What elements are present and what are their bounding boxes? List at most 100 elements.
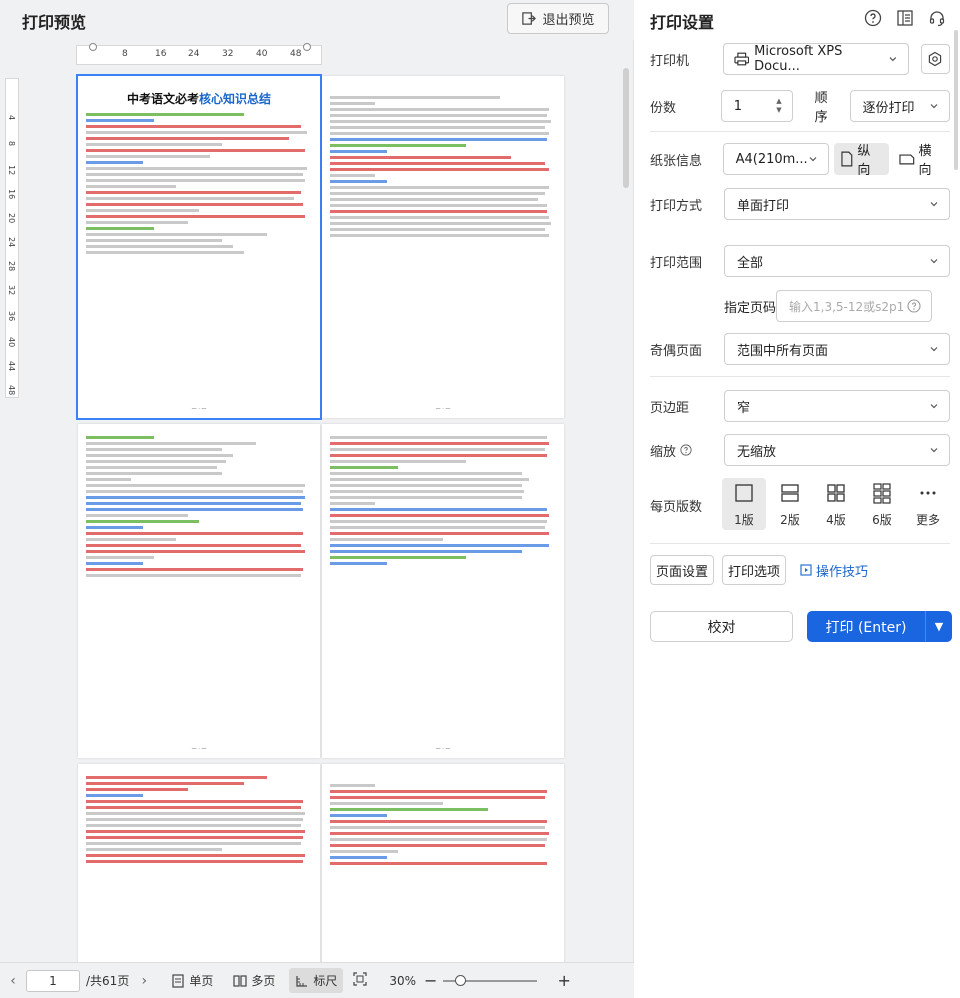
copies-stepper[interactable]: 1 ▲ ▼	[720, 90, 793, 122]
chevron-down-icon	[930, 448, 938, 453]
preview-pages[interactable]: 中考语文必考核心知识总结 — · — — · — — · — — · —	[0, 70, 634, 962]
odd-even-label: 奇偶页面	[650, 343, 703, 359]
preview-page-4[interactable]: — · —	[322, 424, 564, 758]
help-icon[interactable]	[907, 299, 921, 313]
page-setup-button[interactable]: 页面设置	[650, 555, 714, 585]
layout-6-label: 6版	[872, 513, 892, 527]
single-page-icon	[172, 973, 184, 988]
multi-page-icon	[233, 974, 247, 987]
horizontal-ruler[interactable]: 8 16 24 32 40 48	[76, 43, 322, 65]
print-settings-panel: 打印设置 打印机 Microsoft XPS Docu... 份数 1 ▲ ▼ …	[634, 0, 960, 998]
preview-page-2[interactable]: — · —	[322, 76, 564, 418]
headset-icon[interactable]	[928, 9, 946, 27]
scrollbar-thumb[interactable]	[623, 68, 629, 188]
print-preview-area: 打印预览 退出预览 8 16 24 32 40 48 4 8 12 16 20 …	[0, 0, 634, 998]
print-mode-label: 打印方式	[650, 198, 703, 214]
layout-more-option[interactable]: 更多	[906, 478, 950, 530]
printer-row: 打印机 Microsoft XPS Docu...	[650, 43, 950, 75]
print-button[interactable]: 打印 (Enter) ▼	[807, 611, 952, 642]
zoom-in-button[interactable]: +	[557, 971, 570, 990]
printer-icon	[734, 52, 749, 66]
ruler-right-handle[interactable]	[303, 43, 311, 51]
tips-label: 操作技巧	[816, 564, 869, 580]
stepper-arrows-icon[interactable]: ▲ ▼	[776, 97, 781, 115]
settings-header-icons	[864, 9, 946, 27]
print-options-button[interactable]: 打印选项	[722, 555, 786, 585]
exit-preview-label: 退出预览	[542, 13, 595, 28]
chevron-down-icon	[889, 57, 896, 62]
scale-select[interactable]: 无缩放	[724, 434, 950, 466]
ruler-left-handle[interactable]	[89, 43, 97, 51]
layout-1-label: 1版	[734, 513, 754, 527]
layout-panel-icon[interactable]	[896, 9, 914, 27]
ruler-tick: 48	[290, 49, 302, 59]
multi-page-button[interactable]: 多页	[227, 968, 281, 993]
preview-page-3[interactable]: — · —	[78, 424, 320, 758]
zoom-level[interactable]: 30%	[389, 974, 416, 988]
margin-value: 窄	[737, 400, 751, 416]
fit-page-icon[interactable]	[353, 972, 367, 989]
specify-pages-input[interactable]: 输入1,3,5-12或s2p1	[776, 290, 932, 322]
zoom-slider-knob[interactable]	[455, 974, 467, 986]
single-page-label: 单页	[189, 974, 214, 988]
play-icon	[800, 564, 812, 576]
portrait-option[interactable]: 纵向	[833, 143, 889, 178]
proof-button[interactable]: 校对	[650, 611, 793, 642]
chevron-down-icon	[930, 104, 938, 109]
chevron-down-icon	[930, 202, 938, 207]
zoom-slider[interactable]	[443, 974, 538, 986]
ruler-tick: 16	[155, 49, 167, 59]
range-select[interactable]: 全部	[724, 245, 950, 277]
layout-more-label: 更多	[915, 513, 940, 527]
layout-2-label: 2版	[780, 513, 800, 527]
gear-icon	[929, 51, 942, 67]
ruler-toggle-button[interactable]: 标尺	[289, 968, 344, 993]
settings-scrollbar[interactable]	[954, 30, 958, 170]
order-select[interactable]: 逐份打印	[849, 90, 951, 122]
settings-title: 打印设置	[650, 13, 715, 32]
layout-6-option[interactable]: 6版	[860, 478, 904, 530]
paper-label: 纸张信息	[650, 153, 703, 169]
prev-page-icon[interactable]: ‹	[6, 973, 20, 989]
scale-label-wrap: 缩放	[650, 441, 724, 460]
next-page-icon[interactable]: ›	[137, 973, 151, 989]
preview-scrollbar[interactable]	[620, 40, 632, 960]
ruler-label: 标尺	[313, 974, 338, 988]
single-page-button[interactable]: 单页	[165, 968, 219, 993]
printer-select[interactable]: Microsoft XPS Docu...	[722, 43, 909, 75]
margin-label: 页边距	[650, 400, 690, 416]
preview-page-5[interactable]	[78, 764, 320, 962]
print-mode-row: 打印方式 单面打印	[650, 188, 950, 220]
layout-6-icon	[873, 483, 891, 504]
document-title-highlight: 核心知识总结	[199, 92, 272, 106]
range-label: 打印范围	[650, 255, 703, 271]
range-value: 全部	[737, 255, 764, 271]
layout-1-option[interactable]: 1版	[722, 478, 766, 530]
odd-even-select[interactable]: 范围中所有页面	[724, 333, 950, 365]
more-icon	[920, 491, 936, 495]
chevron-down-icon[interactable]: ▼	[926, 620, 952, 633]
landscape-option[interactable]: 横向	[893, 143, 950, 178]
page-number-input[interactable]: 1	[26, 969, 80, 992]
zoom-out-button[interactable]: −	[424, 971, 437, 990]
print-mode-select[interactable]: 单面打印	[724, 188, 950, 220]
printer-label: 打印机	[650, 53, 690, 69]
tips-link[interactable]: 操作技巧	[800, 561, 868, 580]
paper-select[interactable]: A4(210m...	[722, 143, 829, 175]
margin-select[interactable]: 窄	[724, 390, 950, 422]
exit-preview-button[interactable]: 退出预览	[507, 3, 609, 34]
copies-label: 份数	[650, 100, 677, 116]
ruler-icon	[296, 975, 308, 987]
ruler-tick: 32	[222, 49, 234, 59]
scale-row: 缩放 无缩放	[650, 434, 950, 466]
layout-2-option[interactable]: 2版	[768, 478, 812, 530]
preview-page-6[interactable]	[322, 764, 564, 962]
printer-properties-button[interactable]	[920, 44, 950, 74]
help-icon[interactable]	[864, 9, 882, 27]
layout-4-option[interactable]: 4版	[814, 478, 858, 530]
document-title: 中考语文必考核心知识总结	[86, 90, 312, 107]
help-icon[interactable]	[680, 444, 692, 456]
extra-options-row: 页面设置 打印选项 操作技巧	[650, 555, 950, 585]
preview-title: 打印预览	[22, 13, 87, 32]
preview-page-1[interactable]: 中考语文必考核心知识总结 — · —	[76, 74, 322, 420]
